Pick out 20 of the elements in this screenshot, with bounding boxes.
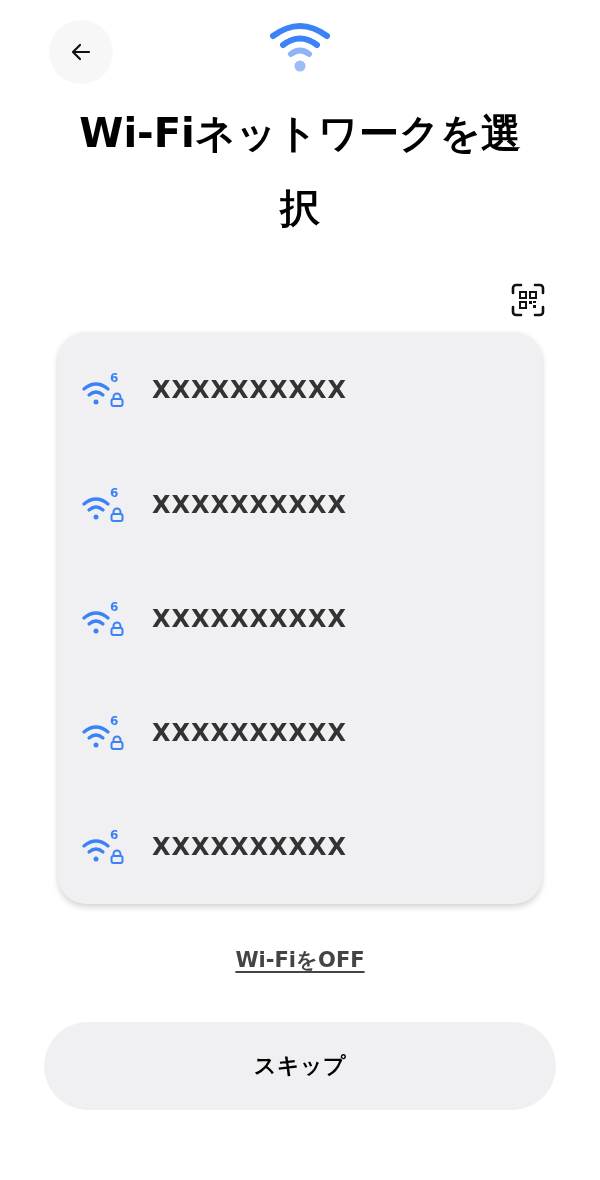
network-item[interactable]: 6 XXXXXXXXXX <box>82 332 518 448</box>
wifi-standard-label: 6 <box>110 829 119 842</box>
network-item[interactable]: 6 XXXXXXXXXX <box>82 448 518 562</box>
network-name: XXXXXXXXXX <box>152 719 348 747</box>
network-item[interactable]: 6 XXXXXXXXXX <box>82 790 518 904</box>
page-title: Wi-Fiネットワークを選択 <box>78 109 522 233</box>
network-name: XXXXXXXXXX <box>152 491 348 519</box>
network-name: XXXXXXXXXX <box>152 833 348 861</box>
wifi-standard-label: 6 <box>110 601 119 614</box>
skip-button[interactable]: スキップ <box>44 1022 556 1110</box>
network-item[interactable]: 6 XXXXXXXXXX <box>82 562 518 676</box>
wifi-off-link[interactable]: Wi-FiをOFF <box>235 946 365 974</box>
qr-scan-icon[interactable] <box>510 282 546 318</box>
wifi-standard-label: 6 <box>110 487 119 500</box>
network-item[interactable]: 6 XXXXXXXXXX <box>82 676 518 790</box>
network-name: XXXXXXXXXX <box>152 376 348 404</box>
wifi-standard-label: 6 <box>110 372 119 385</box>
wifi-icon <box>268 22 332 72</box>
wifi-standard-label: 6 <box>110 715 119 728</box>
network-name: XXXXXXXXXX <box>152 605 348 633</box>
